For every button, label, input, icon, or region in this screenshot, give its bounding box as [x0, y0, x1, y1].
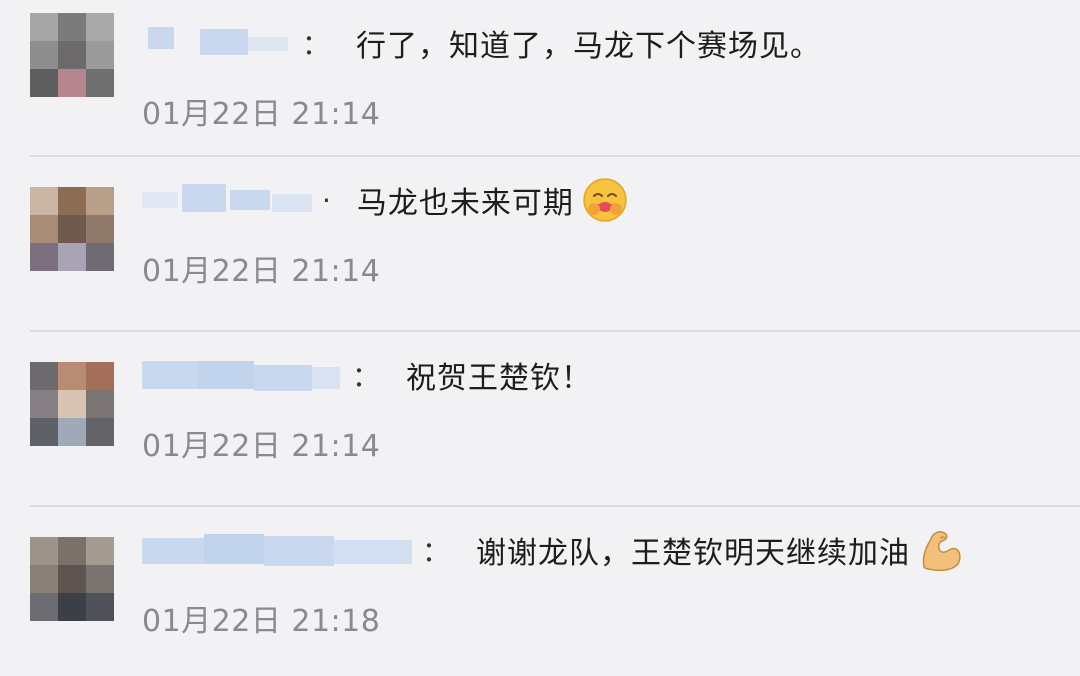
avatar[interactable] — [30, 362, 114, 446]
comment-text: 行了，知道了，马龙下个赛场见。 — [356, 29, 822, 64]
avatar[interactable] — [30, 537, 114, 621]
nickname-blurred[interactable] — [142, 530, 412, 570]
avatar[interactable] — [30, 187, 114, 271]
comment-item: ： 行了，知道了，马龙下个赛场见。 01月22日 21:14 — [0, 0, 1080, 157]
comment-timestamp: 01月22日 21:14 — [142, 254, 381, 289]
nickname-separator: ： — [352, 360, 381, 393]
avatar[interactable] — [30, 13, 114, 97]
nickname-separator: ： — [302, 28, 331, 61]
comment-item: ： 祝贺王楚钦！ 01月22日 21:14 — [0, 332, 1080, 507]
comment-list: ： 行了，知道了，马龙下个赛场见。 01月22日 21:14 · 马龙也未来可期… — [0, 0, 1080, 676]
flexed-biceps-emoji — [922, 531, 961, 572]
comment-item: ： 谢谢龙队，王楚钦明天继续加油 01月22日 21:18 — [0, 507, 1080, 676]
comment-timestamp: 01月22日 21:14 — [142, 429, 381, 464]
comment-timestamp: 01月22日 21:18 — [142, 604, 381, 639]
hugging-face-emoji — [583, 178, 627, 222]
nickname-blurred[interactable] — [142, 355, 342, 395]
comment-text: 谢谢龙队，王楚钦明天继续加油 — [476, 536, 911, 571]
comment-text: 祝贺王楚钦！ — [406, 361, 593, 396]
nickname-separator: · — [322, 183, 331, 217]
nickname-blurred[interactable] — [142, 180, 312, 220]
nickname-separator: ： — [422, 535, 451, 568]
nickname-blurred[interactable] — [142, 23, 292, 63]
comment-text: 马龙也未来可期 — [356, 186, 574, 221]
comment-item: · 马龙也未来可期 01月22日 21:14 — [0, 157, 1080, 332]
comment-timestamp: 01月22日 21:14 — [142, 97, 381, 132]
